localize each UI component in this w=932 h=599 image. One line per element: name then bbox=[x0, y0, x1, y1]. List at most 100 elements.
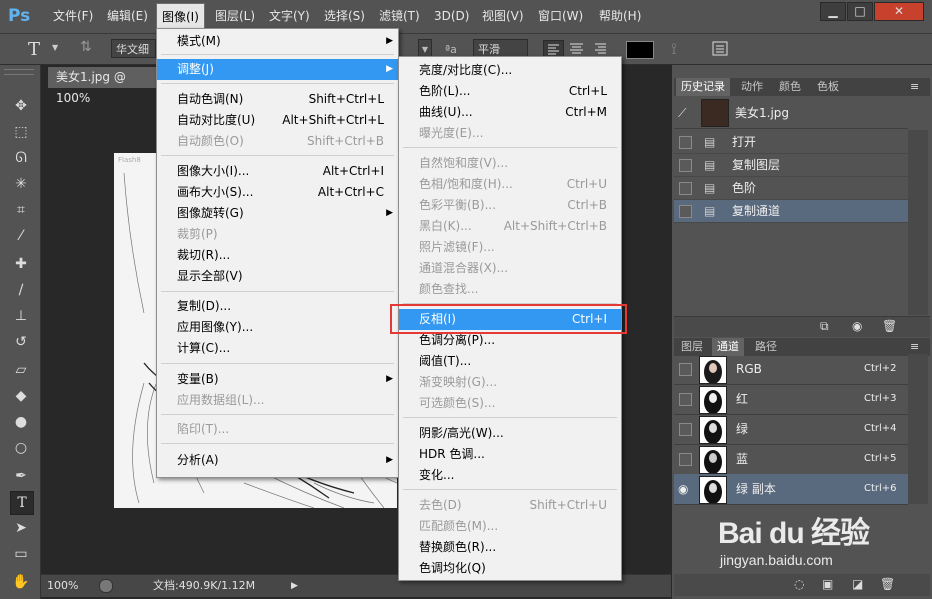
image-menu-reveal-all[interactable]: 显示全部(V) bbox=[157, 266, 398, 287]
history-step-checkbox[interactable] bbox=[679, 205, 692, 218]
menu-3d[interactable]: 3D(D) bbox=[429, 0, 474, 33]
zoom-level[interactable]: 100% bbox=[47, 575, 78, 597]
warp-text-icon[interactable]: ⟟ bbox=[671, 39, 677, 59]
brush-tool-icon[interactable]: ∕ bbox=[10, 279, 32, 301]
lasso-tool-icon[interactable]: ᘏ bbox=[10, 147, 32, 169]
menu-edit[interactable]: 编辑(E) bbox=[102, 0, 153, 33]
adjust-replace-color[interactable]: 替换颜色(R)... bbox=[399, 537, 621, 558]
image-menu-auto-color[interactable]: 自动颜色(O) Shift+Ctrl+B bbox=[157, 131, 398, 152]
new-document-from-state-icon[interactable]: ⧉ bbox=[820, 319, 829, 334]
tab-history[interactable]: 历史记录 bbox=[676, 78, 730, 96]
status-menu-arrow-icon[interactable]: ▶ bbox=[291, 575, 298, 597]
adjust-variations[interactable]: 变化... bbox=[399, 465, 621, 486]
channel-row-red[interactable]: 红 Ctrl+3 bbox=[674, 384, 908, 415]
maximize-button[interactable]: □ bbox=[847, 2, 873, 21]
blur-tool-icon[interactable]: ● bbox=[10, 411, 32, 433]
adjust-vibrance[interactable]: 自然饱和度(V)... bbox=[399, 153, 621, 174]
adjust-desaturate[interactable]: 去色(D) Shift+Ctrl+U bbox=[399, 495, 621, 516]
image-menu-mode[interactable]: 模式(M) ▶ bbox=[157, 31, 398, 52]
rectangle-tool-icon[interactable]: ▭ bbox=[10, 543, 32, 565]
font-family-select[interactable]: 华文细 bbox=[111, 39, 156, 58]
chevron-down-icon[interactable]: ▼ bbox=[52, 43, 58, 52]
image-menu-image-size[interactable]: 图像大小(I)... Alt+Ctrl+I bbox=[157, 161, 398, 182]
adjust-levels[interactable]: 色阶(L)... Ctrl+L bbox=[399, 81, 621, 102]
magic-wand-tool-icon[interactable]: ✳ bbox=[10, 173, 32, 195]
visibility-checkbox[interactable] bbox=[679, 393, 692, 406]
image-menu-analysis[interactable]: 分析(A) ▶ bbox=[157, 450, 398, 471]
panel-menu-icon[interactable]: ≡ bbox=[910, 78, 919, 96]
history-scrollbar[interactable] bbox=[908, 130, 928, 315]
trash-icon[interactable]: 🗑 bbox=[882, 319, 897, 333]
menu-window[interactable]: 窗口(W) bbox=[533, 0, 588, 33]
load-selection-icon[interactable]: ◌ bbox=[794, 577, 804, 591]
history-step[interactable]: ▤ 复制图层 bbox=[674, 154, 908, 177]
adjust-hue-saturation[interactable]: 色相/饱和度(H)... Ctrl+U bbox=[399, 174, 621, 195]
pen-tool-icon[interactable]: ✒ bbox=[10, 465, 32, 487]
new-channel-icon[interactable]: ◪ bbox=[852, 577, 863, 591]
image-menu-trim[interactable]: 裁切(R)... bbox=[157, 245, 398, 266]
tab-swatches[interactable]: 色板 bbox=[812, 78, 844, 96]
adjust-color-balance[interactable]: 色彩平衡(B)... Ctrl+B bbox=[399, 195, 621, 216]
history-step[interactable]: ▤ 色阶 bbox=[674, 177, 908, 200]
text-color-swatch[interactable] bbox=[626, 41, 654, 59]
history-step-selected[interactable]: ▤ 复制通道 bbox=[674, 200, 908, 223]
trash-icon[interactable]: 🗑 bbox=[880, 577, 895, 591]
history-step-checkbox[interactable] bbox=[679, 159, 692, 172]
adjust-photo-filter[interactable]: 照片滤镜(F)... bbox=[399, 237, 621, 258]
image-menu-trap[interactable]: 陷印(T)... bbox=[157, 419, 398, 440]
camera-icon[interactable]: ◉ bbox=[852, 319, 862, 333]
history-step-checkbox[interactable] bbox=[679, 136, 692, 149]
visibility-checkbox[interactable] bbox=[679, 363, 692, 376]
adjust-hdr-toning[interactable]: HDR 色调... bbox=[399, 444, 621, 465]
channel-row-green[interactable]: 绿 Ctrl+4 bbox=[674, 414, 908, 445]
channel-row-blue[interactable]: 蓝 Ctrl+5 bbox=[674, 444, 908, 475]
visibility-checkbox[interactable] bbox=[679, 423, 692, 436]
tab-actions[interactable]: 动作 bbox=[736, 78, 768, 96]
image-menu-apply-data-set[interactable]: 应用数据组(L)... bbox=[157, 390, 398, 411]
image-menu-auto-contrast[interactable]: 自动对比度(U) Alt+Shift+Ctrl+L bbox=[157, 110, 398, 131]
tab-color[interactable]: 颜色 bbox=[774, 78, 806, 96]
adjust-threshold[interactable]: 阈值(T)... bbox=[399, 351, 621, 372]
document-tab[interactable]: 美女1.jpg @ 100% bbox=[48, 67, 158, 105]
paint-bucket-tool-icon[interactable]: ◆ bbox=[10, 385, 32, 407]
adjust-exposure[interactable]: 曝光度(E)... bbox=[399, 123, 621, 144]
path-select-tool-icon[interactable]: ➤ bbox=[10, 517, 32, 539]
move-tool-icon[interactable]: ✥ bbox=[10, 95, 32, 117]
marquee-tool-icon[interactable]: ⬚ bbox=[10, 121, 32, 143]
type-tool-icon[interactable]: T bbox=[10, 491, 34, 515]
orientation-toggle-icon[interactable]: ⇅ bbox=[80, 39, 92, 55]
adjust-channel-mixer[interactable]: 通道混合器(X)... bbox=[399, 258, 621, 279]
channel-row-green-copy[interactable]: ◉ 绿 副本 Ctrl+6 bbox=[674, 474, 908, 505]
menu-view[interactable]: 视图(V) bbox=[477, 0, 529, 33]
adjust-match-color[interactable]: 匹配颜色(M)... bbox=[399, 516, 621, 537]
crop-tool-icon[interactable]: ⌗ bbox=[10, 199, 32, 221]
tools-grip[interactable] bbox=[4, 69, 34, 75]
eyedropper-tool-icon[interactable]: ⁄ bbox=[10, 225, 32, 247]
image-menu-variables[interactable]: 变量(B) ▶ bbox=[157, 369, 398, 390]
align-right-icon[interactable] bbox=[591, 40, 610, 57]
status-info-icon[interactable] bbox=[99, 579, 113, 593]
image-menu-apply-image[interactable]: 应用图像(Y)... bbox=[157, 317, 398, 338]
adjust-equalize[interactable]: 色调均化(Q) bbox=[399, 558, 621, 579]
history-brush-source-icon[interactable]: ⟋ bbox=[678, 106, 686, 121]
image-menu-calculations[interactable]: 计算(C)... bbox=[157, 338, 398, 359]
type-tool-icon[interactable]: T bbox=[28, 39, 40, 60]
history-step[interactable]: ▤ 打开 bbox=[674, 131, 908, 154]
visibility-checkbox[interactable] bbox=[679, 453, 692, 466]
adjust-black-white[interactable]: 黑白(K)... Alt+Shift+Ctrl+B bbox=[399, 216, 621, 237]
stamp-tool-icon[interactable]: ⊥ bbox=[10, 305, 32, 327]
adjust-gradient-map[interactable]: 渐变映射(G)... bbox=[399, 372, 621, 393]
menu-file[interactable]: 文件(F) bbox=[48, 0, 98, 33]
image-menu-auto-tone[interactable]: 自动色调(N) Shift+Ctrl+L bbox=[157, 89, 398, 110]
image-menu-duplicate[interactable]: 复制(D)... bbox=[157, 296, 398, 317]
adjust-selective-color[interactable]: 可选颜色(S)... bbox=[399, 393, 621, 414]
history-brush-tool-icon[interactable]: ↺ bbox=[10, 331, 32, 353]
healing-brush-tool-icon[interactable]: ✚ bbox=[10, 253, 32, 275]
history-step-checkbox[interactable] bbox=[679, 182, 692, 195]
panels-toggle-icon[interactable] bbox=[711, 40, 729, 57]
eye-icon[interactable]: ◉ bbox=[678, 474, 688, 504]
close-button[interactable]: ✕ bbox=[874, 2, 924, 21]
adjust-brightness-contrast[interactable]: 亮度/对比度(C)... bbox=[399, 60, 621, 81]
image-menu-canvas-size[interactable]: 画布大小(S)... Alt+Ctrl+C bbox=[157, 182, 398, 203]
hand-tool-icon[interactable]: ✋ bbox=[10, 571, 32, 593]
